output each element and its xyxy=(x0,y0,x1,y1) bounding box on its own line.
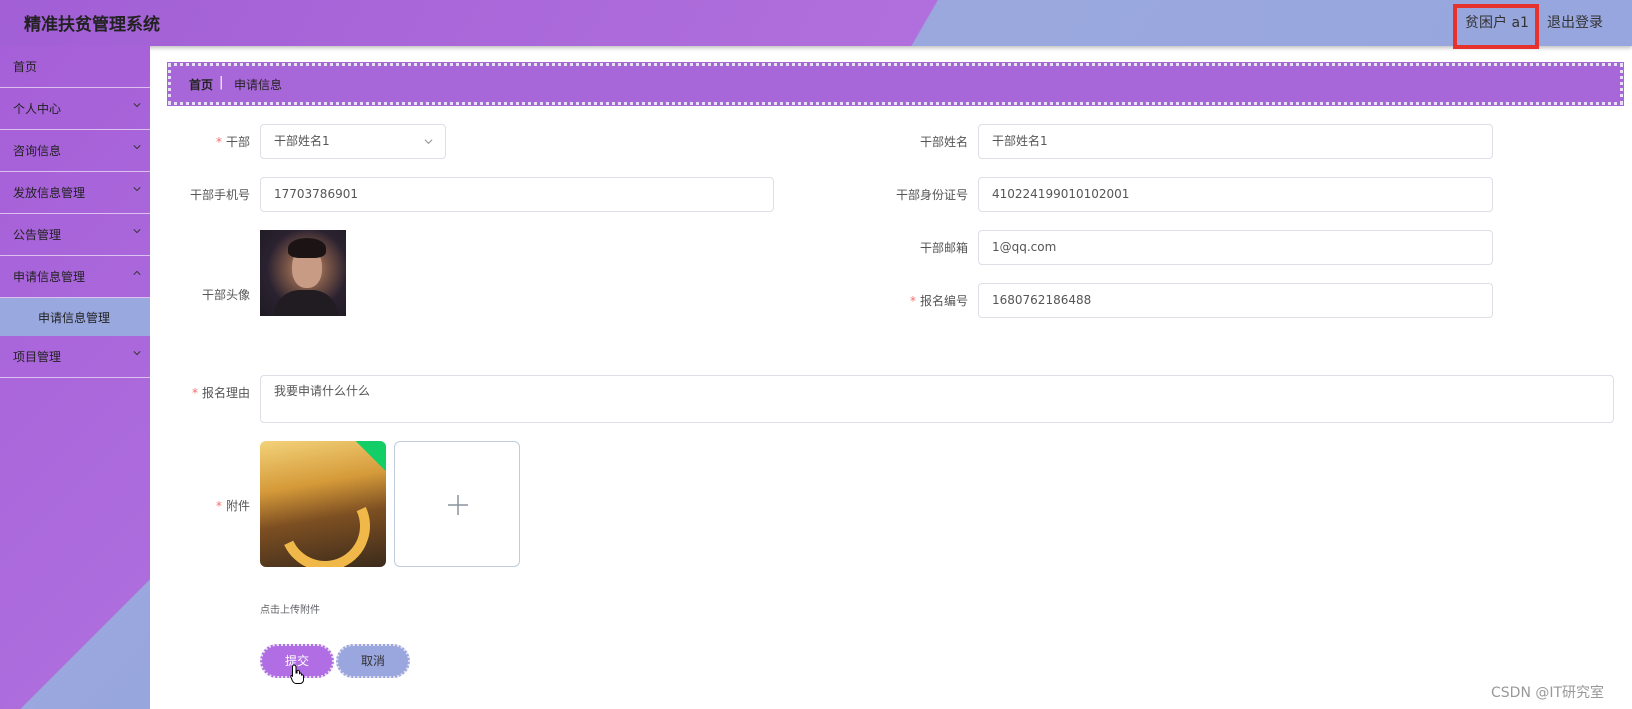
cadre-email-label: 干部邮箱 xyxy=(919,241,968,255)
sidebar-item-personal-center[interactable]: 个人中心 xyxy=(0,88,150,130)
cadre-id-field[interactable]: 410224199010102001 xyxy=(978,177,1493,212)
attachment-label: * 附件 xyxy=(215,499,250,513)
plus-icon xyxy=(448,495,468,515)
cadre-phone-field[interactable]: 17703786901 xyxy=(260,177,774,212)
chevron-down-icon xyxy=(133,187,141,192)
cadre-select[interactable]: 干部姓名1 xyxy=(260,124,446,159)
chevron-down-icon xyxy=(133,145,141,150)
reason-textarea[interactable]: 我要申请什么什么 xyxy=(260,375,1614,423)
sidebar-item-consult-info[interactable]: 咨询信息 xyxy=(0,130,150,172)
app-title: 精准扶贫管理系统 xyxy=(24,15,160,35)
upload-add-button[interactable] xyxy=(394,441,520,567)
breadcrumb-current: 申请信息 xyxy=(234,78,283,92)
cadre-avatar-label: 干部头像 xyxy=(201,288,250,302)
attachment-thumbnail[interactable]: ✓ xyxy=(260,441,386,567)
logout-link[interactable]: 退出登录 xyxy=(1547,12,1603,32)
sidebar-subitem-label: 申请信息管理 xyxy=(38,311,111,325)
sidebar-item-announcement[interactable]: 公告管理 xyxy=(0,214,150,256)
cadre-select-value: 干部姓名1 xyxy=(274,134,330,148)
sidebar-item-distribution[interactable]: 发放信息管理 xyxy=(0,172,150,214)
sidebar-item-home[interactable]: 首页 xyxy=(0,46,150,88)
upload-tip: 点击上传附件 xyxy=(260,605,320,616)
breadcrumb: 首页 | 申请信息 xyxy=(167,62,1624,106)
cadre-label: * 干部 xyxy=(215,135,250,149)
sidebar-item-label: 发放信息管理 xyxy=(13,186,86,200)
hand-cursor-icon xyxy=(290,664,304,684)
river-image xyxy=(267,468,383,567)
breadcrumb-separator: | xyxy=(219,75,224,90)
sidebar-item-application[interactable]: 申请信息管理 xyxy=(0,256,150,298)
sidebar-item-label: 首页 xyxy=(13,60,38,74)
current-user[interactable]: 贫困户 a1 xyxy=(1465,12,1529,32)
sidebar-item-project[interactable]: 项目管理 xyxy=(0,336,150,378)
reg-no-field[interactable]: 1680762186488 xyxy=(978,283,1493,318)
cadre-id-label: 干部身份证号 xyxy=(895,188,968,202)
cadre-phone-label: 干部手机号 xyxy=(189,188,250,202)
chevron-down-icon xyxy=(133,229,141,234)
cadre-name-label: 干部姓名 xyxy=(919,135,968,149)
upload-success-badge: ✓ xyxy=(354,441,386,473)
sidebar-item-label: 咨询信息 xyxy=(13,144,62,158)
sidebar: 首页 个人中心 咨询信息 发放信息管理 公告管理 申请信息管理 申请信息管理 项… xyxy=(0,46,150,709)
sidebar-subitem-application-management[interactable]: 申请信息管理 xyxy=(0,298,150,336)
chevron-up-icon xyxy=(133,270,141,275)
watermark: CSDN @IT研究室 xyxy=(1491,685,1605,701)
sidebar-item-label: 申请信息管理 xyxy=(13,270,86,284)
sidebar-item-label: 项目管理 xyxy=(13,350,62,364)
cadre-email-field[interactable]: 1@qq.com xyxy=(978,230,1493,265)
breadcrumb-home[interactable]: 首页 xyxy=(189,76,213,93)
chevron-down-icon xyxy=(133,103,141,108)
cancel-button[interactable]: 取消 xyxy=(336,644,410,678)
chevron-down-icon xyxy=(424,139,433,145)
top-header: 精准扶贫管理系统 贫困户 a1 退出登录 xyxy=(0,0,1632,49)
sidebar-item-label: 公告管理 xyxy=(13,228,62,242)
cadre-name-field[interactable]: 干部姓名1 xyxy=(978,124,1493,159)
sidebar-item-label: 个人中心 xyxy=(13,102,62,116)
chevron-down-icon xyxy=(133,351,141,356)
reason-label: * 报名理由 xyxy=(191,386,250,400)
cadre-avatar-image xyxy=(260,230,346,316)
reg-no-label: * 报名编号 xyxy=(909,294,968,308)
